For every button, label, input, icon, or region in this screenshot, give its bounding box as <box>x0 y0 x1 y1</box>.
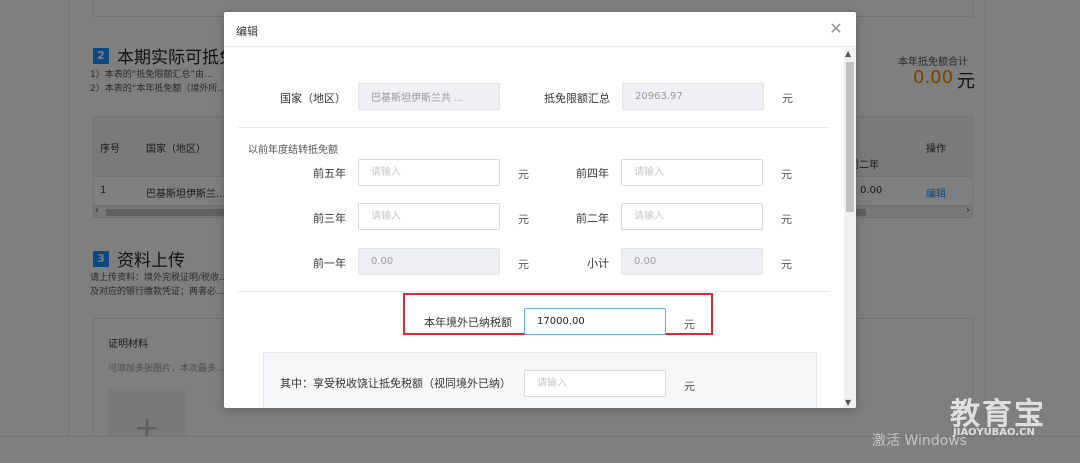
prev4-unit: 元 <box>781 168 792 181</box>
foreign-paid-input[interactable] <box>524 308 666 335</box>
sparing-unit: 元 <box>684 380 695 393</box>
windows-activation-watermark: 激活 Windows <box>872 433 967 449</box>
prev5-unit: 元 <box>518 168 529 181</box>
country-field[interactable] <box>358 83 500 110</box>
prev3-label: 前三年 <box>313 212 346 225</box>
prev1-label: 前一年 <box>313 257 346 270</box>
limit-total-unit: 元 <box>782 92 793 105</box>
scroll-up-icon[interactable]: ▲ <box>845 49 851 58</box>
dialog-vertical-scrollbar[interactable]: ▲ ▼ <box>844 48 856 408</box>
prev4-input[interactable] <box>621 159 763 186</box>
prev5-label: 前五年 <box>313 167 346 180</box>
prev3-input[interactable] <box>358 203 500 230</box>
limit-total-label: 抵免限额汇总 <box>544 92 610 105</box>
edit-dialog: 编辑 ✕ 国家（地区） 抵免限额汇总 元 以前年度结转抵免额 前五年 元 前四年… <box>224 12 856 408</box>
dialog-header: 编辑 ✕ <box>224 12 856 47</box>
scroll-thumb[interactable] <box>846 62 854 212</box>
prev4-label: 前四年 <box>576 167 609 180</box>
prev2-unit: 元 <box>781 213 792 226</box>
close-icon[interactable]: ✕ <box>828 21 844 37</box>
divider <box>238 291 830 292</box>
subtotal-label: 小计 <box>587 257 609 270</box>
subtotal-unit: 元 <box>781 258 792 271</box>
dialog-body: 国家（地区） 抵免限额汇总 元 以前年度结转抵免额 前五年 元 前四年 元 前三… <box>224 48 844 408</box>
limit-total-field[interactable] <box>622 83 764 110</box>
foreign-paid-label: 本年境外已纳税额 <box>424 316 512 329</box>
subtotal-field[interactable] <box>621 248 763 275</box>
prev2-label: 前二年 <box>576 212 609 225</box>
sparing-input[interactable] <box>524 370 666 397</box>
prev3-unit: 元 <box>518 213 529 226</box>
prev1-unit: 元 <box>518 258 529 271</box>
carryover-title: 以前年度结转抵免额 <box>248 145 338 156</box>
prev5-input[interactable] <box>358 159 500 186</box>
country-label: 国家（地区） <box>280 92 346 105</box>
foreign-paid-unit: 元 <box>684 318 695 331</box>
prev1-field[interactable] <box>358 248 500 275</box>
sparing-label: 其中：享受税收饶让抵免税额（视同境外已纳） <box>280 377 511 390</box>
divider <box>238 127 830 128</box>
scroll-down-icon[interactable]: ▼ <box>845 398 851 407</box>
dialog-title: 编辑 <box>236 25 258 38</box>
prev2-input[interactable] <box>621 203 763 230</box>
